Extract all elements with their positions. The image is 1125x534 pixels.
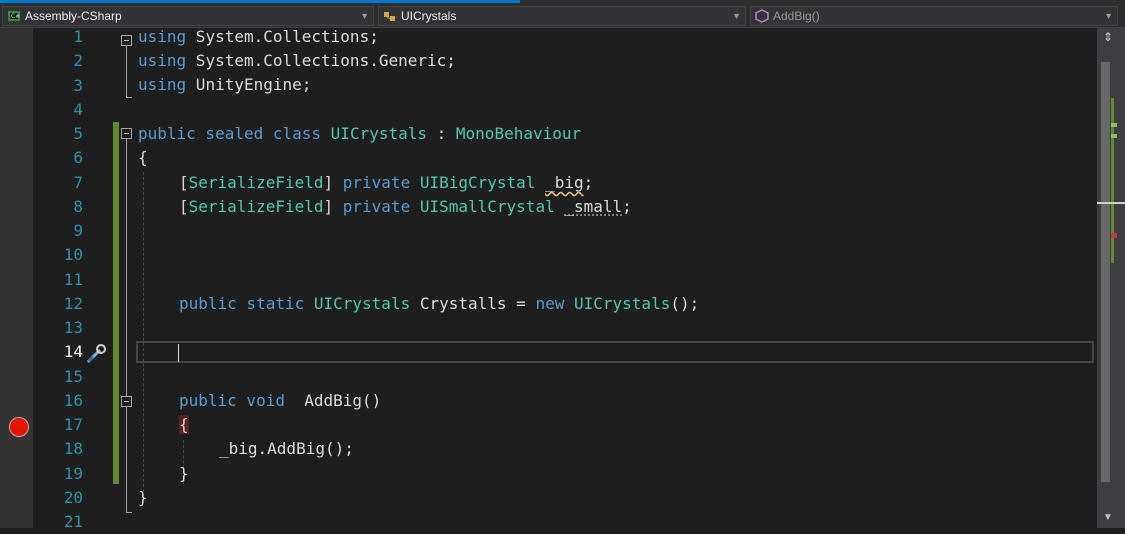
chevron-down-icon: ▼ [360, 7, 369, 25]
line-number: 21 [40, 510, 83, 534]
svg-text:C#: C# [11, 13, 20, 20]
scroll-down-icon[interactable]: ▼ [1103, 512, 1113, 523]
change-map-marker [1111, 123, 1117, 127]
code-line-18: _big.AddBig(); [219, 437, 354, 461]
project-name: Assembly-CSharp [25, 7, 122, 25]
line-number: 2 [40, 49, 83, 73]
line-number: 6 [40, 146, 83, 170]
code-line-17: { [179, 413, 189, 437]
line-number: 20 [40, 486, 83, 510]
code-line-19: } [179, 462, 189, 486]
method-icon [755, 9, 769, 23]
member-dropdown[interactable]: AddBig() ▼ [750, 6, 1118, 26]
code-line-16: public void AddBig() [179, 389, 381, 413]
vertical-scrollbar[interactable]: ⇕ ▼ [1097, 28, 1125, 528]
fold-end [126, 97, 132, 98]
line-number: 11 [40, 268, 83, 292]
csharp-project-icon: C# [7, 9, 21, 23]
line-number: 19 [40, 462, 83, 486]
text-caret [178, 344, 179, 362]
code-line-6: { [138, 146, 148, 170]
fold-end [126, 512, 132, 513]
error-map-marker [1111, 233, 1117, 238]
code-line-2: using System.Collections.Generic; [138, 49, 456, 73]
current-line-highlight [136, 341, 1094, 363]
fold-line [126, 139, 127, 512]
line-number: 16 [40, 389, 83, 413]
code-line-7: [SerializeField] private UIBigCrystal _b… [179, 171, 593, 195]
active-tab-indicator [0, 0, 520, 3]
caret-position-marker [1097, 202, 1125, 204]
line-number: 12 [40, 292, 83, 316]
line-number: 9 [40, 219, 83, 243]
chevron-down-icon: ▼ [732, 7, 741, 25]
screwdriver-wrench-icon[interactable] [84, 342, 108, 366]
line-number: 13 [40, 316, 83, 340]
change-indicator-bar [113, 122, 119, 484]
line-number: 3 [40, 74, 83, 98]
code-line-1: using System.Collections; [138, 25, 379, 49]
line-number: 8 [40, 195, 83, 219]
collapse-class-block[interactable] [121, 128, 132, 139]
line-number: 5 [40, 122, 83, 146]
breakpoint-icon[interactable] [9, 417, 29, 437]
code-line-20: } [138, 486, 148, 510]
class-icon [383, 9, 397, 23]
line-number: 10 [40, 243, 83, 267]
code-line-3: using UnityEngine; [138, 73, 311, 97]
fold-line [126, 46, 127, 97]
collapse-using-block[interactable] [121, 35, 132, 46]
code-editor[interactable]: 1 2 3 4 5 6 7 8 9 10 11 12 13 14 15 16 17 18 19 20 21 using … [0, 28, 1125, 528]
code-line-5: public sealed class UICrystals : MonoBeh… [138, 122, 581, 146]
chevron-down-icon: ▼ [1104, 7, 1113, 25]
line-number: 18 [40, 437, 83, 461]
member-name: AddBig() [773, 7, 820, 25]
type-dropdown[interactable]: UICrystals ▼ [378, 6, 746, 26]
line-number: 17 [40, 413, 83, 437]
collapse-method-block[interactable] [121, 396, 132, 407]
line-number: 7 [40, 171, 83, 195]
type-name: UICrystals [401, 7, 456, 25]
scrollbar-thumb[interactable] [1101, 62, 1110, 482]
code-line-8: [SerializeField] private UISmallCrystal … [179, 195, 632, 219]
indent-guide [143, 172, 144, 502]
project-dropdown[interactable]: C# Assembly-CSharp ▼ [2, 6, 374, 26]
line-number: 1 [40, 25, 83, 49]
indicator-margin[interactable] [0, 28, 33, 528]
change-map-marker [1111, 134, 1117, 138]
split-window-icon[interactable]: ⇕ [1103, 30, 1113, 44]
line-number: 14 [40, 340, 83, 364]
line-number: 4 [40, 98, 83, 122]
code-line-12: public static UICrystals Crystalls = new… [179, 292, 699, 316]
line-number: 15 [40, 365, 83, 389]
